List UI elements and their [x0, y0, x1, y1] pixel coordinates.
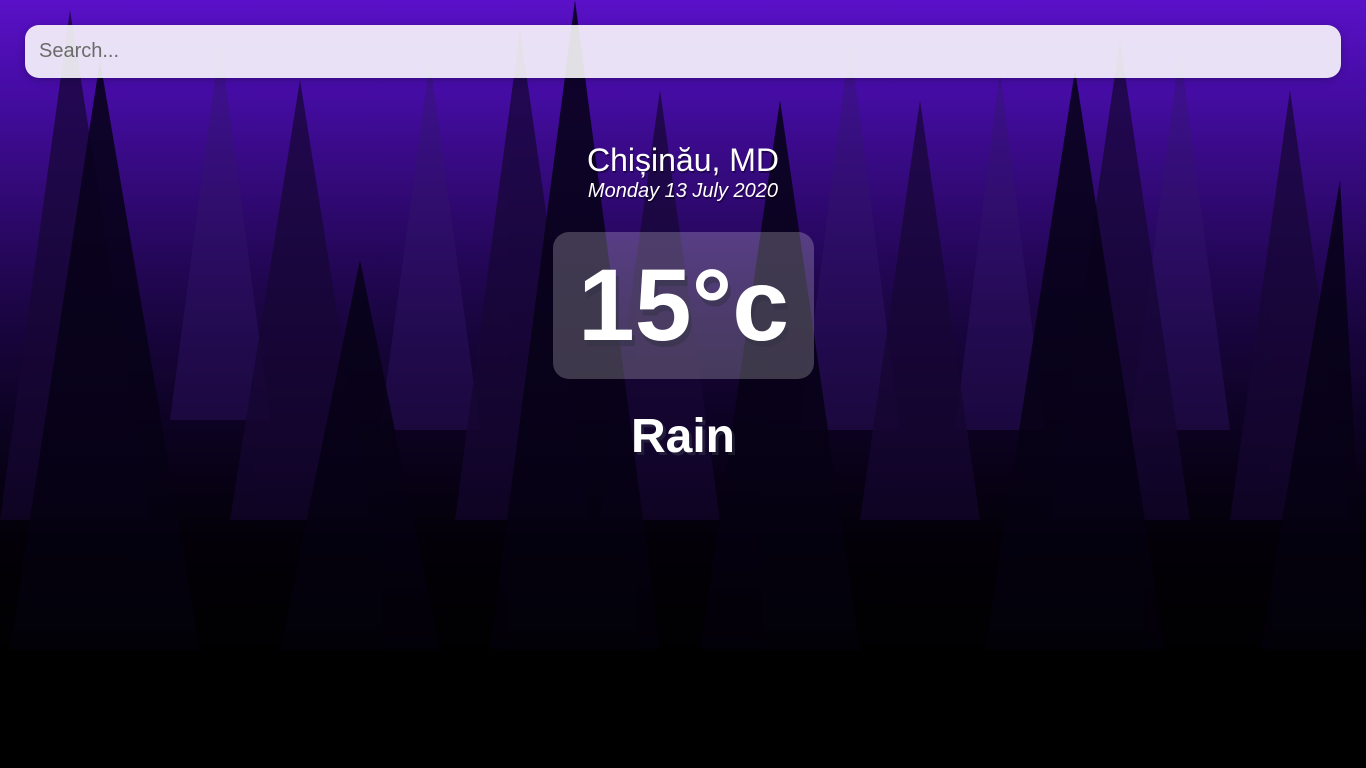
weather-condition: Rain — [630, 410, 735, 463]
forest-background-image — [0, 0, 1366, 768]
search-input[interactable] — [25, 25, 1341, 78]
current-date: Monday 13 July 2020 — [587, 180, 779, 202]
location-name: Chișinău, MD — [586, 142, 780, 178]
temperature-value: 15°c — [578, 248, 789, 362]
weather-app: Chișinău, MD Monday 13 July 2020 15°c Ra… — [0, 0, 1366, 768]
temperature-box: 15°c — [553, 232, 814, 379]
location-box: Chișinău, MD Monday 13 July 2020 — [0, 140, 1366, 202]
